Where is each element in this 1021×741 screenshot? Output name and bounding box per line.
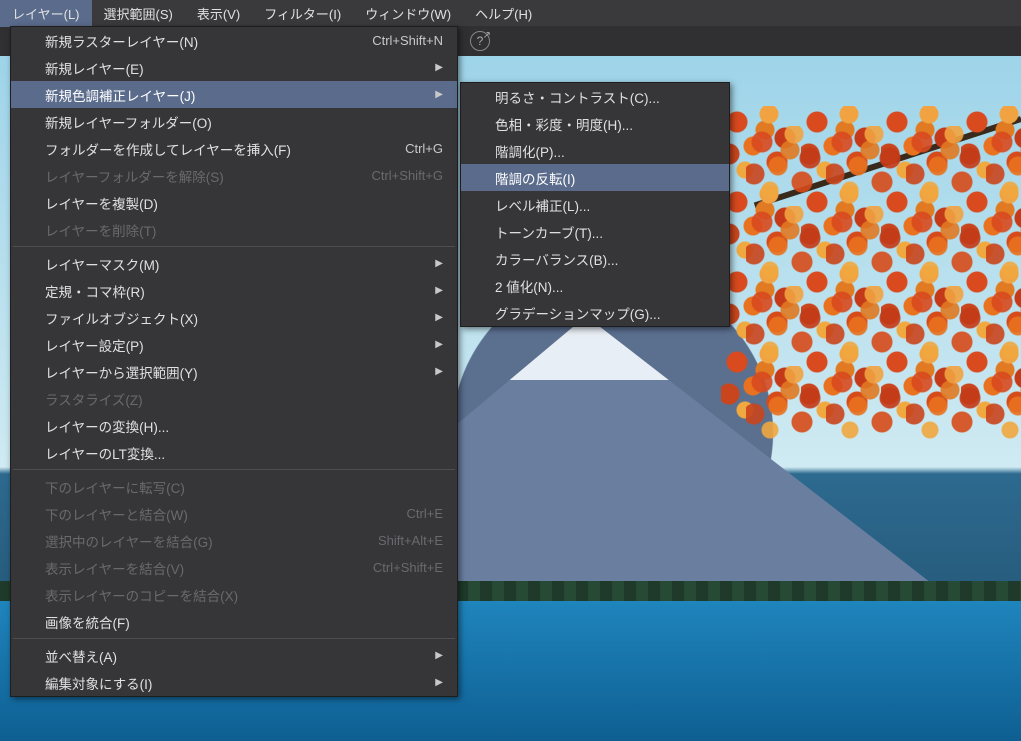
- menuitem-label: 表示レイヤーを結合(V): [45, 558, 184, 578]
- menuitem-set-edit-target[interactable]: 編集対象にする(I) ▶: [11, 669, 457, 696]
- menuitem-label: トーンカーブ(T)...: [495, 222, 603, 242]
- chevron-right-icon: ▶: [435, 62, 443, 73]
- separator: [13, 246, 455, 247]
- menuitem-label: 階調の反転(I): [495, 168, 575, 188]
- menuitem-delete-layer: レイヤーを削除(T): [11, 216, 457, 243]
- menuitem-rasterize: ラスタライズ(Z): [11, 385, 457, 412]
- menuitem-duplicate-layer[interactable]: レイヤーを複製(D): [11, 189, 457, 216]
- menuitem-label: フォルダーを作成してレイヤーを挿入(F): [45, 139, 291, 159]
- menuitem-selection-from-layer[interactable]: レイヤーから選択範囲(Y) ▶: [11, 358, 457, 385]
- menuitem-arrange[interactable]: 並べ替え(A) ▶: [11, 642, 457, 669]
- menuitem-layer-mask[interactable]: レイヤーマスク(M) ▶: [11, 250, 457, 277]
- menuitem-flatten-image[interactable]: 画像を統合(F): [11, 608, 457, 635]
- chevron-right-icon: ▶: [435, 650, 443, 661]
- menuitem-new-correction-layer[interactable]: 新規色調補正レイヤー(J) ▶: [11, 81, 457, 108]
- menuitem-shortcut: Ctrl+G: [405, 141, 443, 156]
- menu-filter[interactable]: フィルター(I): [252, 0, 353, 27]
- menuitem-label: 新規色調補正レイヤー(J): [45, 85, 195, 105]
- layer-dropdown: 新規ラスターレイヤー(N) Ctrl+Shift+N 新規レイヤー(E) ▶ 新…: [10, 26, 458, 697]
- menuitem-label: 色相・彩度・明度(H)...: [495, 114, 633, 134]
- submenu-levels[interactable]: レベル補正(L)...: [461, 191, 729, 218]
- menuitem-shortcut: Ctrl+Shift+G: [371, 168, 443, 183]
- menuitem-label: 階調化(P)...: [495, 141, 565, 161]
- menuitem-label: カラーバランス(B)...: [495, 249, 618, 269]
- separator: [13, 469, 455, 470]
- submenu-brightness-contrast[interactable]: 明るさ・コントラスト(C)...: [461, 83, 729, 110]
- menuitem-label: ラスタライズ(Z): [45, 389, 143, 409]
- menuitem-label: 並べ替え(A): [45, 646, 117, 666]
- menuitem-merge-visible-copy: 表示レイヤーのコピーを結合(X): [11, 581, 457, 608]
- help-hint-icon[interactable]: ?: [470, 31, 490, 51]
- separator: [13, 638, 455, 639]
- menuitem-label: 画像を統合(F): [45, 612, 130, 632]
- menuitem-label: 定規・コマ枠(R): [45, 281, 145, 301]
- correction-layer-submenu: 明るさ・コントラスト(C)... 色相・彩度・明度(H)... 階調化(P)..…: [460, 82, 730, 327]
- chevron-right-icon: ▶: [435, 312, 443, 323]
- chevron-right-icon: ▶: [435, 366, 443, 377]
- chevron-right-icon: ▶: [435, 677, 443, 688]
- menuitem-label: レイヤーフォルダーを解除(S): [45, 166, 224, 186]
- menuitem-label: レイヤー設定(P): [45, 335, 144, 355]
- menuitem-label: 新規レイヤーフォルダー(O): [45, 112, 212, 132]
- menuitem-label: レイヤーのLT変換...: [45, 443, 165, 463]
- menuitem-label: 2 値化(N)...: [495, 276, 563, 296]
- menuitem-insert-into-folder[interactable]: フォルダーを作成してレイヤーを挿入(F) Ctrl+G: [11, 135, 457, 162]
- menuitem-label: 表示レイヤーのコピーを結合(X): [45, 585, 238, 605]
- menuitem-shortcut: Ctrl+E: [407, 506, 443, 521]
- submenu-gradient-map[interactable]: グラデーションマップ(G)...: [461, 299, 729, 326]
- menuitem-new-raster-layer[interactable]: 新規ラスターレイヤー(N) Ctrl+Shift+N: [11, 27, 457, 54]
- submenu-color-balance[interactable]: カラーバランス(B)...: [461, 245, 729, 272]
- menuitem-new-layer[interactable]: 新規レイヤー(E) ▶: [11, 54, 457, 81]
- menuitem-label: 新規レイヤー(E): [45, 58, 144, 78]
- menuitem-label: レイヤーから選択範囲(Y): [45, 362, 198, 382]
- canvas-illustration-leaves: [721, 106, 1021, 426]
- menuitem-label: レイヤーマスク(M): [45, 254, 159, 274]
- menuitem-transfer-below: 下のレイヤーに転写(C): [11, 473, 457, 500]
- menuitem-lt-convert[interactable]: レイヤーのLT変換...: [11, 439, 457, 466]
- chevron-right-icon: ▶: [435, 339, 443, 350]
- submenu-binarize[interactable]: 2 値化(N)...: [461, 272, 729, 299]
- menuitem-shortcut: Ctrl+Shift+N: [372, 33, 443, 48]
- menuitem-label: 新規ラスターレイヤー(N): [45, 31, 198, 51]
- menuitem-label: 下のレイヤーと結合(W): [45, 504, 188, 524]
- submenu-hue-saturation[interactable]: 色相・彩度・明度(H)...: [461, 110, 729, 137]
- menuitem-file-object[interactable]: ファイルオブジェクト(X) ▶: [11, 304, 457, 331]
- chevron-right-icon: ▶: [435, 258, 443, 269]
- menu-window[interactable]: ウィンドウ(W): [353, 0, 463, 27]
- menuitem-merge-selected: 選択中のレイヤーを結合(G) Shift+Alt+E: [11, 527, 457, 554]
- menuitem-label: 編集対象にする(I): [45, 673, 152, 693]
- menuitem-label: レイヤーを削除(T): [45, 220, 156, 240]
- menuitem-label: グラデーションマップ(G)...: [495, 303, 660, 323]
- menuitem-shortcut: Ctrl+Shift+E: [373, 560, 443, 575]
- submenu-tone-curve[interactable]: トーンカーブ(T)...: [461, 218, 729, 245]
- submenu-invert-gradation[interactable]: 階調の反転(I): [461, 164, 729, 191]
- menuitem-label: 下のレイヤーに転写(C): [45, 477, 185, 497]
- menuitem-layer-settings[interactable]: レイヤー設定(P) ▶: [11, 331, 457, 358]
- menuitem-label: 明るさ・コントラスト(C)...: [495, 87, 660, 107]
- menuitem-label: レイヤーの変換(H)...: [45, 416, 169, 436]
- menu-help[interactable]: ヘルプ(H): [463, 0, 544, 27]
- menu-layer[interactable]: レイヤー(L): [0, 0, 92, 27]
- chevron-right-icon: ▶: [435, 285, 443, 296]
- menu-select[interactable]: 選択範囲(S): [92, 0, 185, 27]
- chevron-right-icon: ▶: [435, 89, 443, 100]
- menuitem-ruler-frame[interactable]: 定規・コマ枠(R) ▶: [11, 277, 457, 304]
- menuitem-merge-below: 下のレイヤーと結合(W) Ctrl+E: [11, 500, 457, 527]
- menuitem-merge-visible: 表示レイヤーを結合(V) Ctrl+Shift+E: [11, 554, 457, 581]
- menuitem-shortcut: Shift+Alt+E: [378, 533, 443, 548]
- menuitem-label: レベル補正(L)...: [495, 195, 590, 215]
- menuitem-ungroup-folder: レイヤーフォルダーを解除(S) Ctrl+Shift+G: [11, 162, 457, 189]
- menuitem-new-layer-folder[interactable]: 新規レイヤーフォルダー(O): [11, 108, 457, 135]
- menuitem-label: レイヤーを複製(D): [45, 193, 158, 213]
- menuitem-convert-layer[interactable]: レイヤーの変換(H)...: [11, 412, 457, 439]
- menu-bar: レイヤー(L) 選択範囲(S) 表示(V) フィルター(I) ウィンドウ(W) …: [0, 0, 1021, 26]
- menu-view[interactable]: 表示(V): [185, 0, 252, 27]
- menuitem-label: ファイルオブジェクト(X): [45, 308, 198, 328]
- menuitem-label: 選択中のレイヤーを結合(G): [45, 531, 213, 551]
- canvas-illustration-branch: [754, 116, 1021, 208]
- submenu-posterize[interactable]: 階調化(P)...: [461, 137, 729, 164]
